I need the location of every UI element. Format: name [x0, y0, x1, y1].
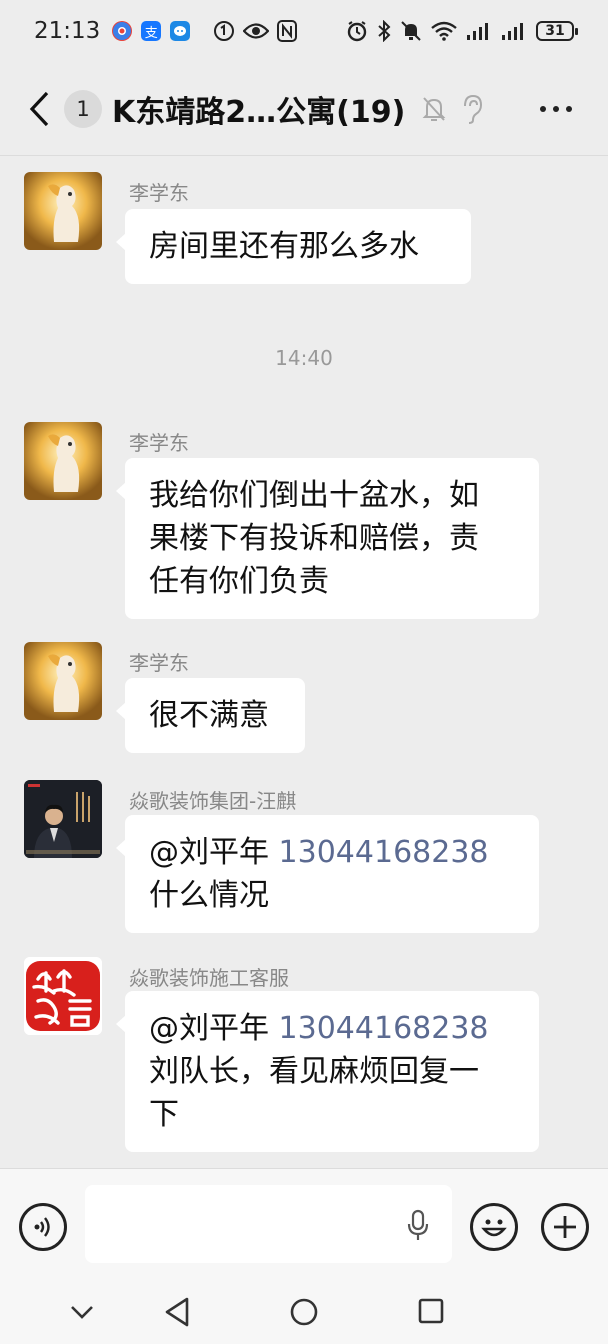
message-bubble[interactable]: 我给你们倒出十盆水，如 果楼下有投诉和赔偿，责 任有你们负责 [116, 458, 539, 619]
status-bar: 21:13 支 31 [0, 0, 608, 62]
system-nav-bar [0, 1286, 608, 1344]
mention[interactable]: @刘平年 [149, 1011, 269, 1046]
phone-link[interactable]: 13044168238 [279, 835, 489, 870]
nfc-icon [277, 20, 298, 42]
mute-icon [401, 21, 421, 41]
more-options-button[interactable] [540, 105, 572, 112]
golden-horse-avatar [24, 172, 102, 250]
avatar[interactable] [24, 172, 102, 250]
person-photo-avatar [24, 780, 102, 858]
signal-icon [502, 23, 523, 40]
chrome-like-icon [112, 21, 133, 41]
signal-icon [467, 23, 488, 40]
message-bubble[interactable]: @刘平年 13044168238 什么情况 [116, 815, 539, 933]
message-line: 任有你们负责 [149, 564, 329, 599]
voice-mode-button[interactable] [19, 1203, 67, 1251]
chevron-left-icon [29, 91, 49, 126]
message-bubble[interactable]: 很不满意 [116, 678, 305, 753]
dot [553, 105, 559, 112]
vpn-icon [214, 21, 235, 41]
dot [540, 105, 546, 112]
bluetooth-icon [378, 20, 391, 42]
message-bubble[interactable]: @刘平年 13044168238 刘队长，看见麻烦回复一 下 [116, 991, 539, 1152]
voice-wave-icon [34, 1217, 50, 1237]
sender-name: 焱歌装饰施工客服 [129, 966, 289, 990]
message-line: 下 [149, 1097, 179, 1132]
message-line: 刘队长，看见麻烦回复一 [149, 1054, 479, 1089]
message-bubble[interactable]: 房间里还有那么多水 [116, 209, 471, 284]
sender-name: 焱歌装饰集团-汪麒 [129, 789, 297, 813]
mute-notification-icon [422, 96, 446, 121]
phone-link[interactable]: 13044168238 [279, 1011, 489, 1046]
messenger-icon [170, 21, 191, 41]
alarm-icon [347, 21, 367, 42]
golden-horse-avatar [24, 422, 102, 500]
message-input[interactable] [85, 1185, 452, 1263]
red-seal-logo-avatar [24, 957, 102, 1035]
avatar[interactable] [24, 780, 102, 858]
alipay-icon: 支 [141, 21, 162, 41]
dot [566, 105, 572, 112]
time-divider: 14:40 [275, 346, 333, 370]
avatar[interactable] [24, 422, 102, 500]
message-line: 我给你们倒出十盆水，如 [149, 478, 479, 513]
smiley-icon [481, 1219, 507, 1237]
message-line: 果楼下有投诉和赔偿，责 [149, 521, 479, 556]
golden-horse-avatar [24, 642, 102, 720]
back-button[interactable] [28, 87, 62, 131]
microphone-icon[interactable] [406, 1209, 430, 1243]
recents-square-icon[interactable] [418, 1298, 444, 1324]
status-time: 21:13 [34, 18, 101, 44]
chat-header: 1 K东靖路2…公寓(19) [0, 62, 608, 156]
input-bar [0, 1168, 608, 1286]
battery-indicator: 31 [536, 21, 578, 41]
chevron-down-icon[interactable] [70, 1304, 94, 1320]
emoji-button[interactable] [470, 1203, 518, 1251]
eye-icon [243, 23, 270, 39]
avatar[interactable] [24, 642, 102, 720]
plus-icon [554, 1216, 576, 1238]
wifi-icon [431, 21, 457, 41]
home-circle-icon[interactable] [289, 1297, 319, 1327]
more-functions-button[interactable] [541, 1203, 589, 1251]
message-line: @刘平年 13044168238 [149, 831, 515, 874]
message-line: @刘平年 13044168238 [149, 1007, 515, 1050]
avatar[interactable] [24, 957, 102, 1035]
back-triangle-icon[interactable] [163, 1296, 191, 1328]
unread-count-badge[interactable]: 1 [64, 89, 102, 128]
sender-name: 李学东 [129, 651, 189, 675]
chat-title: K东靖路2…公寓(19) [112, 94, 406, 130]
ear-icon [464, 94, 483, 124]
message-line: 什么情况 [149, 878, 269, 913]
mention[interactable]: @刘平年 [149, 835, 269, 870]
sender-name: 李学东 [129, 181, 189, 205]
sender-name: 李学东 [129, 431, 189, 455]
